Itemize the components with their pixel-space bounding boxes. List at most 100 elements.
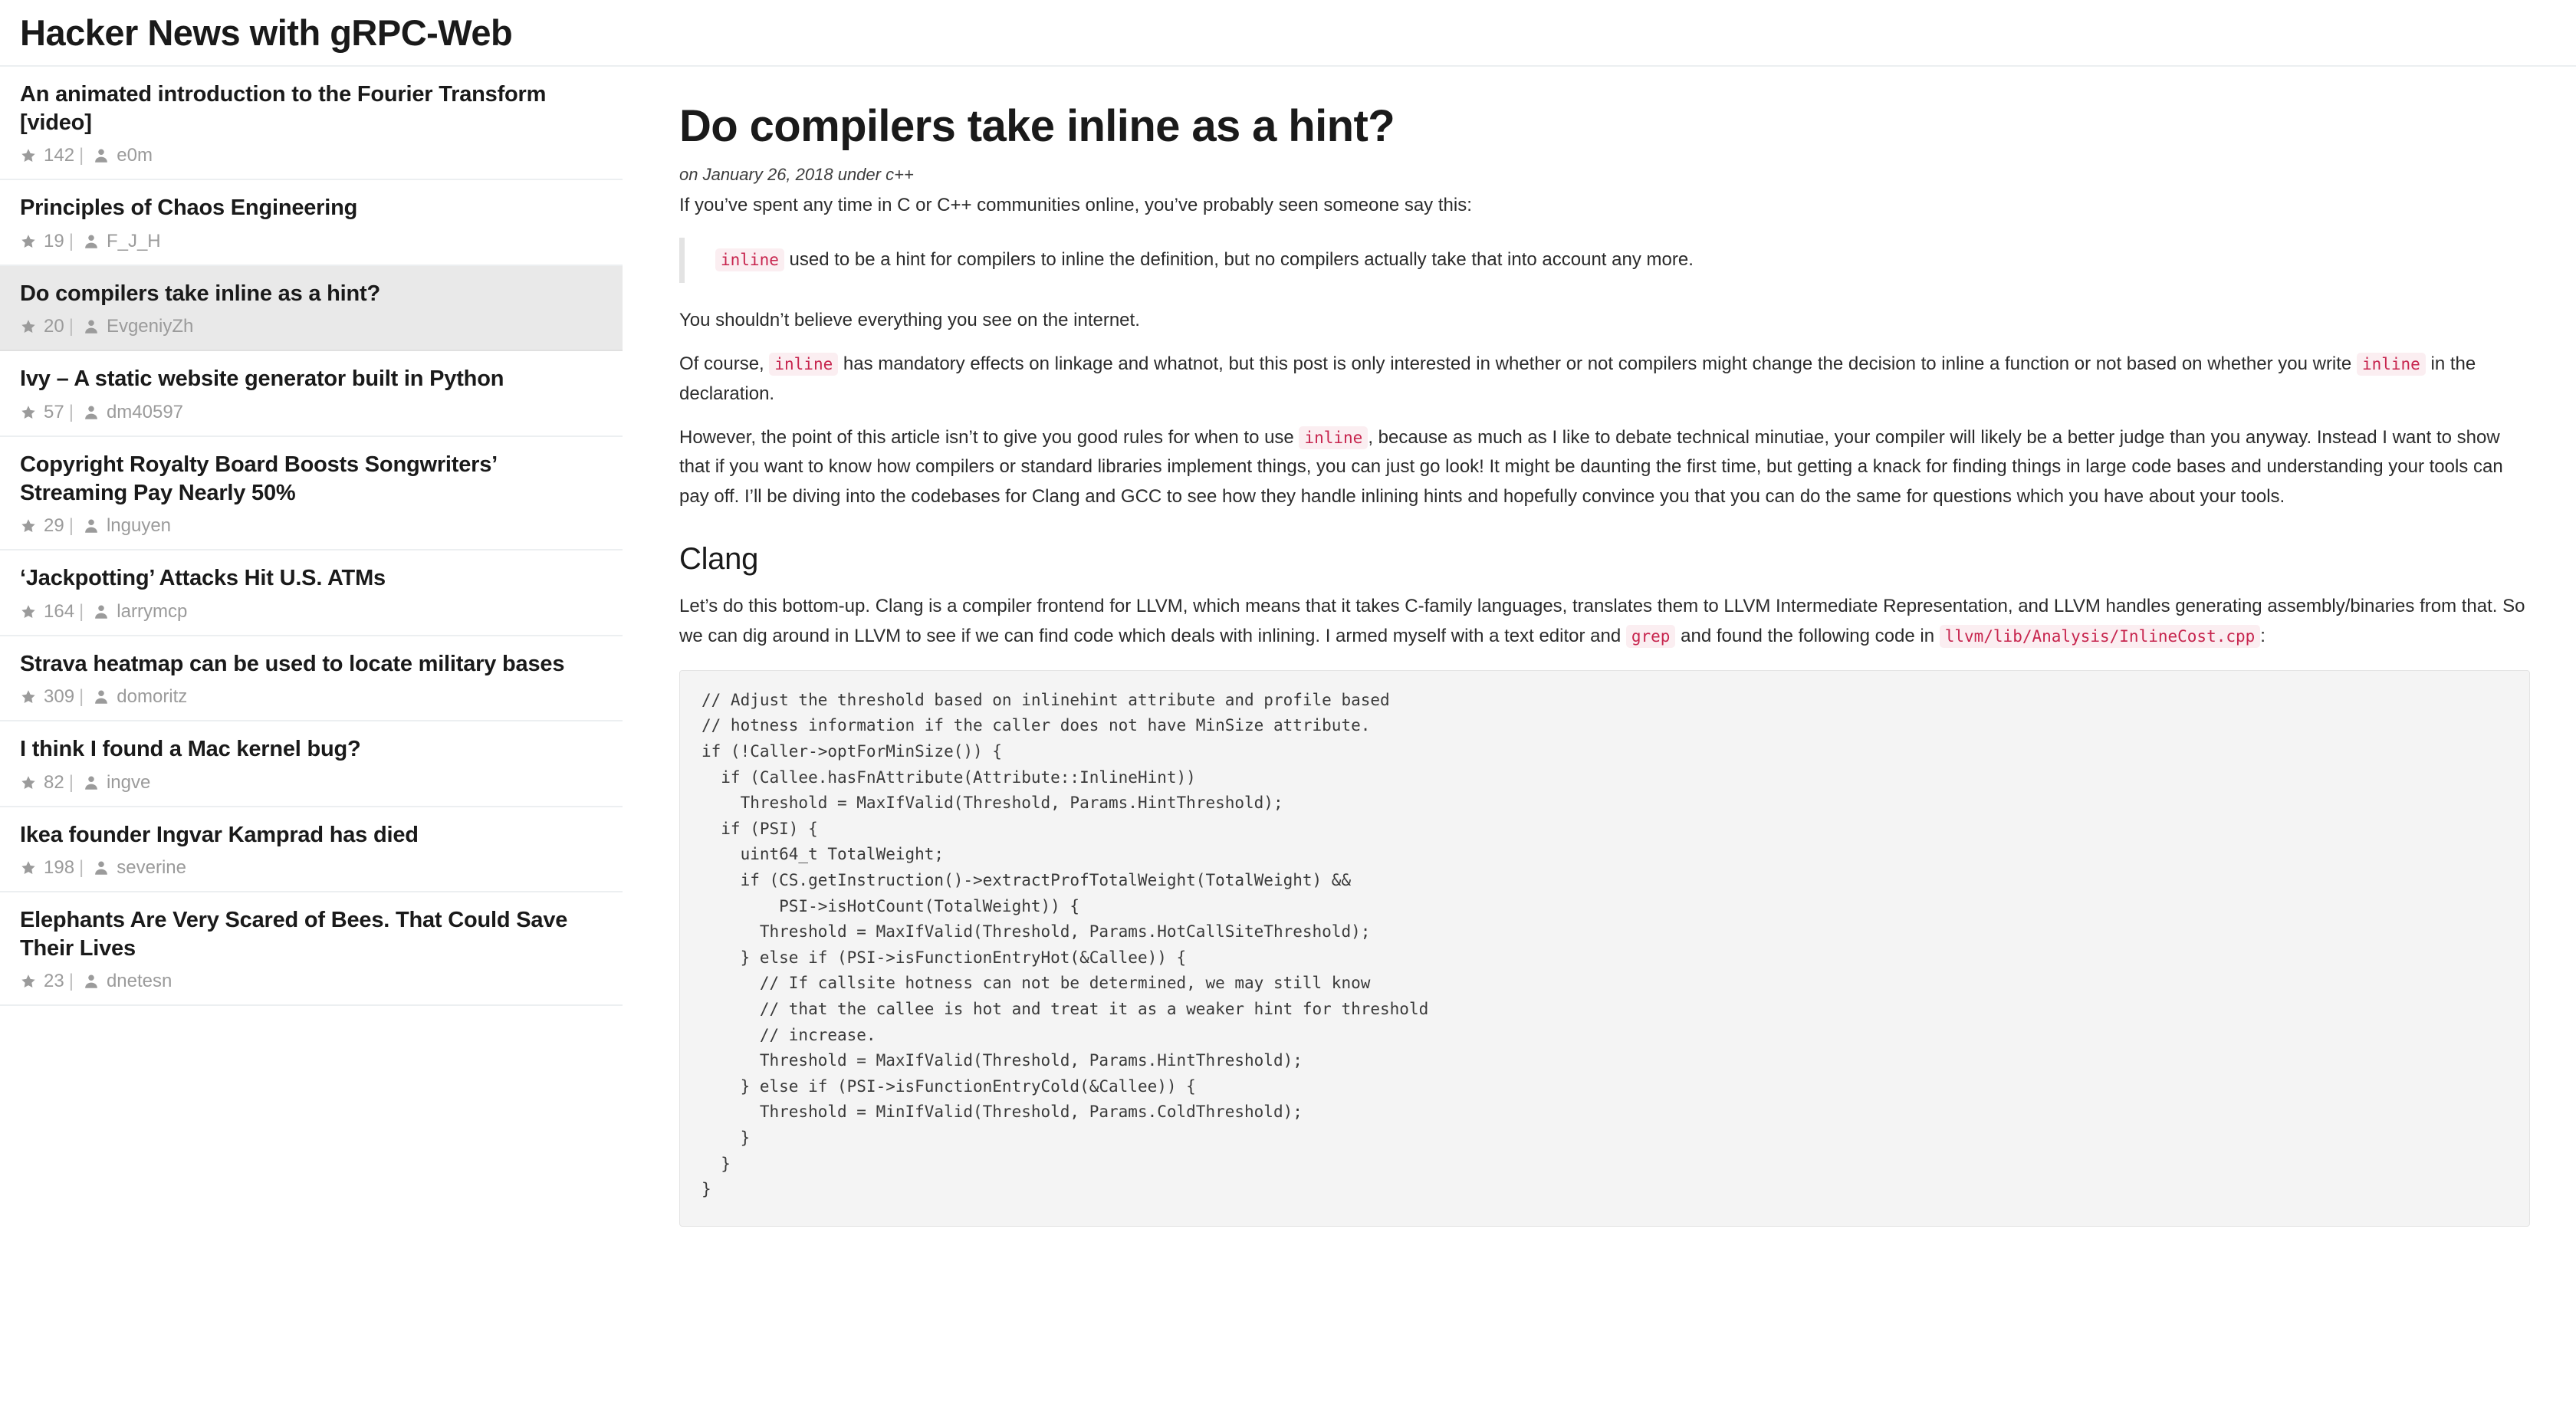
story-title[interactable]: Strava heatmap can be used to locate mil… xyxy=(20,650,603,679)
story-meta: 19|F_J_H xyxy=(20,232,603,251)
story-title[interactable]: Ikea founder Ingvar Kamprad has died xyxy=(20,821,603,850)
story-score: 57 xyxy=(44,403,64,422)
story-item[interactable]: Ikea founder Ingvar Kamprad has died 198 |… xyxy=(0,807,623,893)
clang-paragraph-part-3: : xyxy=(2260,626,2266,646)
story-user[interactable]: EvgeniyZh xyxy=(107,317,193,336)
story-title[interactable]: An animated introduction to the Fourier … xyxy=(20,81,603,136)
article-intro-paragraph: If you’ve spent any time in C or C++ com… xyxy=(679,191,2530,221)
meta-separator: | xyxy=(69,972,74,991)
paragraph-4-part-1: However, the point of this article isn’t… xyxy=(679,427,1299,448)
story-user[interactable]: lnguyen xyxy=(107,517,171,535)
story-title[interactable]: I think I found a Mac kernel bug? xyxy=(20,735,603,764)
story-title[interactable]: Copyright Royalty Board Boosts Songwrite… xyxy=(20,451,603,507)
story-score: 164 xyxy=(44,603,74,621)
article-meta: on January 26, 2018 under c++ xyxy=(679,165,2530,185)
story-score: 23 xyxy=(44,972,64,991)
clang-paragraph: Let’s do this bottom-up. Clang is a comp… xyxy=(679,592,2530,652)
article-pane: Do compilers take inline as a hint? on J… xyxy=(623,67,2576,1226)
paragraph-3-part-1: Of course, xyxy=(679,353,769,374)
meta-separator: | xyxy=(69,317,74,336)
story-item[interactable]: Copyright Royalty Board Boosts Songwrite… xyxy=(0,437,623,550)
article-title: Do compilers take inline as a hint? xyxy=(679,102,2530,151)
story-user[interactable]: dm40597 xyxy=(107,403,183,422)
inline-code-filepath: llvm/lib/Analysis/InlineCost.cpp xyxy=(1940,625,2261,648)
star-icon xyxy=(20,688,37,705)
meta-separator: | xyxy=(79,859,84,877)
story-user[interactable]: ingve xyxy=(107,774,150,792)
story-score: 142 xyxy=(44,146,74,165)
meta-separator: | xyxy=(69,774,74,792)
story-item[interactable]: ‘Jackpotting’ Attacks Hit U.S. ATMs 164 | l… xyxy=(0,550,623,636)
story-list: An animated introduction to the Fourier … xyxy=(0,67,623,1006)
star-icon xyxy=(20,233,37,250)
story-item[interactable]: An animated introduction to the Fourier … xyxy=(0,67,623,180)
story-meta: 142 | e0m xyxy=(20,146,603,165)
inline-code: inline xyxy=(715,248,784,271)
story-title[interactable]: Elephants Are Very Scared of Bees. That … xyxy=(20,906,603,962)
user-icon xyxy=(93,688,110,705)
story-user[interactable]: F_J_H xyxy=(107,232,161,251)
user-icon xyxy=(93,603,110,620)
story-meta: 23 | dnetesn xyxy=(20,972,603,991)
story-meta: 57|dm40597 xyxy=(20,403,603,422)
user-icon xyxy=(83,233,100,250)
article-paragraph-4: However, the point of this article isn’t… xyxy=(679,423,2530,513)
story-item[interactable]: Ivy – A static website generator built i… xyxy=(0,351,623,437)
story-meta: 198 | severine xyxy=(20,859,603,877)
inline-code: inline xyxy=(769,353,838,376)
article-blockquote: inline used to be a hint for compilers t… xyxy=(679,238,2530,283)
app-header: Hacker News with gRPC-Web xyxy=(0,0,2576,67)
story-meta: 309 | domoritz xyxy=(20,688,603,706)
story-user[interactable]: severine xyxy=(117,859,186,877)
story-title[interactable]: Do compilers take inline as a hint? xyxy=(20,280,603,308)
story-user[interactable]: dnetesn xyxy=(107,972,172,991)
code-block: // Adjust the threshold based on inlineh… xyxy=(679,670,2530,1227)
meta-separator: | xyxy=(79,603,84,621)
story-score: 29 xyxy=(44,517,64,535)
user-icon xyxy=(83,518,100,534)
star-icon xyxy=(20,318,37,335)
meta-separator: | xyxy=(69,517,74,535)
story-score: 309 xyxy=(44,688,74,706)
story-score: 198 xyxy=(44,859,74,877)
story-score: 82 xyxy=(44,774,64,792)
story-user[interactable]: e0m xyxy=(117,146,153,165)
story-score: 19 xyxy=(44,232,64,251)
story-user[interactable]: domoritz xyxy=(117,688,187,706)
meta-separator: | xyxy=(79,688,84,706)
star-icon xyxy=(20,603,37,620)
inline-code-grep: grep xyxy=(1626,625,1676,648)
story-meta: 164 | larrymcp xyxy=(20,603,603,621)
story-item[interactable]: Strava heatmap can be used to locate mil… xyxy=(0,636,623,722)
user-icon xyxy=(83,973,100,990)
article-paragraph-3: Of course, inline has mandatory effects … xyxy=(679,350,2530,409)
user-icon xyxy=(93,147,110,164)
star-icon xyxy=(20,859,37,876)
story-title[interactable]: Ivy – A static website generator built i… xyxy=(20,365,603,393)
paragraph-3-part-2: has mandatory effects on linkage and wha… xyxy=(838,353,2357,374)
story-meta: 20 | EvgeniyZh xyxy=(20,317,603,336)
inline-code: inline xyxy=(2357,353,2426,376)
article-paragraph-2: You shouldn’t believe everything you see… xyxy=(679,306,2530,336)
user-icon xyxy=(83,774,100,791)
user-icon xyxy=(83,404,100,421)
app-body: An animated introduction to the Fourier … xyxy=(0,67,2576,1413)
page-title: Hacker News with gRPC-Web xyxy=(20,14,2576,51)
story-item[interactable]: Do compilers take inline as a hint? 20 | Ev… xyxy=(0,266,623,352)
story-item[interactable]: Principles of Chaos Engineering 19|F_J_H xyxy=(0,180,623,266)
meta-separator: | xyxy=(79,146,84,165)
story-title[interactable]: Principles of Chaos Engineering xyxy=(20,194,603,222)
star-icon xyxy=(20,404,37,421)
story-score: 20 xyxy=(44,317,64,336)
story-item[interactable]: Elephants Are Very Scared of Bees. That … xyxy=(0,892,623,1006)
story-item[interactable]: I think I found a Mac kernel bug? 82 | ingv… xyxy=(0,721,623,807)
user-icon xyxy=(93,859,110,876)
star-icon xyxy=(20,518,37,534)
star-icon xyxy=(20,147,37,164)
star-icon xyxy=(20,973,37,990)
story-user[interactable]: larrymcp xyxy=(117,603,187,621)
story-meta: 82 | ingve xyxy=(20,774,603,792)
story-meta: 29 | lnguyen xyxy=(20,517,603,535)
section-heading-clang: Clang xyxy=(679,541,2530,577)
story-title[interactable]: ‘Jackpotting’ Attacks Hit U.S. ATMs xyxy=(20,564,603,593)
